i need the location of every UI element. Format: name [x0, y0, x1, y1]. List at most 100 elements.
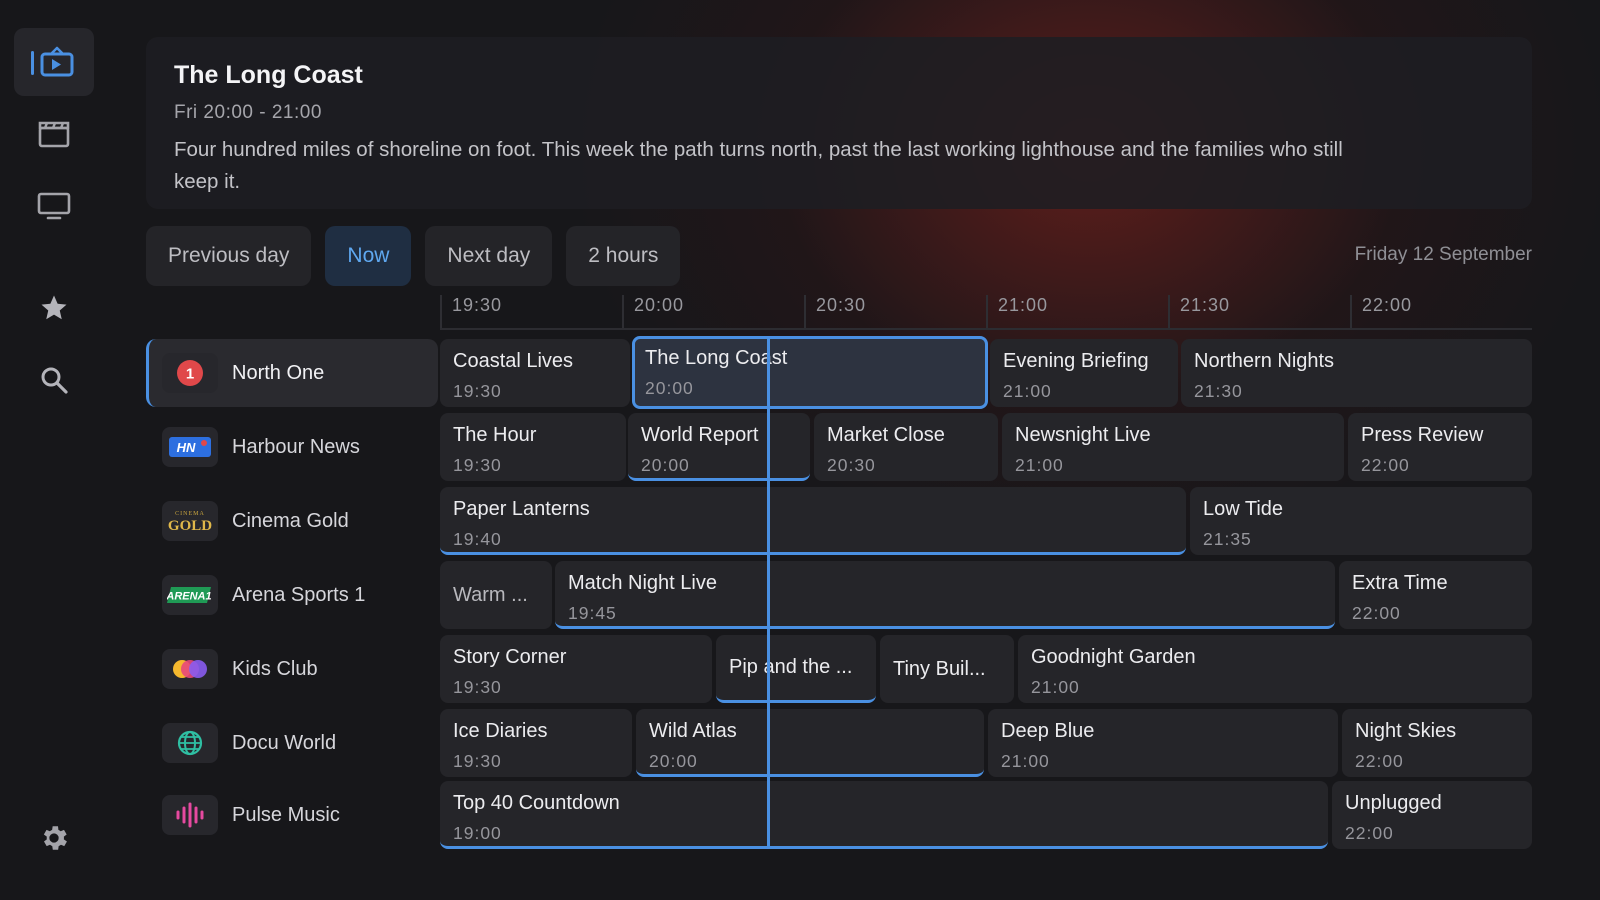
channel-docu-world[interactable]: Docu World	[146, 709, 438, 777]
nav-movies[interactable]	[14, 100, 94, 168]
svg-text:1: 1	[186, 366, 194, 383]
program-tile-title: Press Review	[1361, 424, 1484, 446]
program-tile-time: 20:00	[645, 378, 694, 398]
program-tile-time: 19:00	[453, 823, 502, 843]
program-tile-title: Tiny Buil...	[893, 657, 986, 680]
channel-cinema-gold[interactable]: CINEMA GOLD Cinema Gold	[146, 487, 438, 555]
program-tile-title: Top 40 Countdown	[453, 792, 620, 814]
program-tile-title: Wild Atlas	[649, 720, 737, 742]
channel-north-one[interactable]: 1 North One	[146, 339, 438, 407]
program-tile-title: Extra Time	[1352, 572, 1448, 594]
program-tile-time: 21:00	[1015, 455, 1064, 475]
program-tile-time: 19:30	[453, 455, 502, 475]
program-tile[interactable]: Coastal Lives 19:30	[440, 339, 630, 407]
program-tile[interactable]: Market Close 20:30	[814, 413, 998, 481]
program-tile-time: 19:30	[453, 751, 502, 771]
program-tile[interactable]: Newsnight Live 21:00	[1002, 413, 1344, 481]
channel-harbour-news[interactable]: HN Harbour News	[146, 413, 438, 481]
cinema-gold-logo: CINEMA GOLD	[162, 501, 218, 541]
channel-name: Kids Club	[232, 657, 318, 680]
program-tile[interactable]: The Hour 19:30	[440, 413, 626, 481]
current-time-indicator	[767, 338, 770, 846]
program-tile-time: 19:30	[453, 381, 502, 401]
time-tick: 21:00	[986, 295, 1048, 328]
channel-name: North One	[232, 361, 325, 384]
program-tile-focused[interactable]: The Long Coast 20:00	[632, 336, 988, 409]
favorites-star-icon	[41, 295, 67, 320]
nav-search[interactable]	[14, 346, 94, 414]
program-tile[interactable]: Night Skies 22:00	[1342, 709, 1532, 777]
svg-text:CINEMA: CINEMA	[175, 511, 205, 517]
program-tile-time: 20:00	[641, 455, 690, 475]
program-tile-time: 22:00	[1355, 751, 1404, 771]
search-icon	[41, 367, 68, 394]
program-tile[interactable]: Paper Lanterns 19:40	[440, 487, 1186, 555]
program-tile-time: 22:00	[1345, 823, 1394, 843]
program-tile[interactable]: Ice Diaries 19:30	[440, 709, 632, 777]
program-tile-time: 22:00	[1352, 603, 1401, 623]
nav-tv-shows[interactable]	[14, 172, 94, 240]
program-tile[interactable]: World Report 20:00	[628, 413, 810, 481]
program-tile-time: 22:00	[1361, 455, 1410, 475]
guide-controls: Previous day Now Next day 2 hours	[146, 226, 681, 286]
pulse-music-soundwave-icon	[162, 795, 218, 835]
sidebar	[0, 0, 110, 900]
program-tile-time: 19:40	[453, 529, 502, 549]
time-tick: 20:00	[622, 295, 684, 328]
program-tile-time: 19:45	[568, 603, 617, 623]
program-tile-title: The Long Coast	[645, 347, 788, 369]
program-tile-time: 21:35	[1203, 529, 1252, 549]
svg-text:GOLD: GOLD	[168, 518, 212, 534]
program-tile-title: Market Close	[827, 424, 945, 446]
channel-arena-sports-1[interactable]: ARENA1 Arena Sports 1	[146, 561, 438, 629]
program-description: Four hundred miles of shoreline on foot.…	[174, 138, 1343, 193]
program-tile[interactable]: Evening Briefing 21:00	[990, 339, 1178, 407]
program-tile[interactable]: Deep Blue 21:00	[988, 709, 1338, 777]
channel-name: Arena Sports 1	[232, 583, 366, 606]
program-title: The Long Coast	[174, 61, 363, 89]
program-tile[interactable]: Press Review 22:00	[1348, 413, 1532, 481]
program-tile[interactable]: Story Corner 19:30	[440, 635, 712, 703]
program-tile-title: The Hour	[453, 424, 537, 446]
program-tile-title: Match Night Live	[568, 572, 717, 594]
channel-name: Cinema Gold	[232, 509, 349, 532]
next-day-button[interactable]: Next day	[425, 226, 553, 286]
program-tile-time: 19:30	[453, 677, 502, 697]
live-tv-icon	[31, 46, 74, 77]
program-tile[interactable]: Unplugged 22:00	[1332, 781, 1532, 849]
program-tile[interactable]: Low Tide 21:35	[1190, 487, 1532, 555]
channel-kids-club[interactable]: Kids Club	[146, 635, 438, 703]
program-tile-title: Paper Lanterns	[453, 498, 590, 520]
program-tile[interactable]: Match Night Live 19:45	[555, 561, 1335, 629]
program-tile-title: Coastal Lives	[453, 350, 574, 372]
program-tile[interactable]: Warm ...	[440, 561, 552, 629]
movies-icon	[38, 121, 70, 148]
program-tile-title: Story Corner	[453, 646, 567, 668]
tv-shows-icon	[37, 192, 71, 220]
kids-club-logo	[162, 649, 218, 689]
program-tile-time: 20:00	[649, 751, 698, 771]
arena-sports-logo: ARENA1	[162, 575, 218, 615]
now-button[interactable]: Now	[325, 226, 412, 286]
program-tile-title: Ice Diaries	[453, 720, 548, 742]
previous-day-button[interactable]: Previous day	[146, 226, 312, 286]
svg-text:ARENA1: ARENA1	[167, 591, 212, 603]
program-tile[interactable]: Top 40 Countdown 19:00	[440, 781, 1328, 849]
program-tile[interactable]: Pip and the ...	[716, 635, 876, 703]
program-tile[interactable]: Goodnight Garden 21:00	[1018, 635, 1532, 703]
program-tile[interactable]: Tiny Buil...	[880, 635, 1014, 703]
harbour-news-logo: HN	[162, 427, 218, 467]
program-tile-title: Pip and the ...	[729, 656, 853, 678]
nav-live-tv[interactable]	[14, 28, 94, 96]
nav-settings[interactable]	[14, 804, 94, 872]
time-range-button[interactable]: 2 hours	[566, 226, 681, 286]
program-tile[interactable]: Extra Time 22:00	[1339, 561, 1532, 629]
channel-name: Harbour News	[232, 435, 360, 458]
nav-favorites[interactable]	[14, 274, 94, 342]
channel-pulse-music[interactable]: Pulse Music	[146, 781, 438, 849]
program-time: Fri 20:00 - 21:00	[174, 102, 322, 123]
time-tick: 19:30	[440, 295, 502, 328]
program-tile[interactable]: Wild Atlas 20:00	[636, 709, 984, 777]
program-tile[interactable]: Northern Nights 21:30	[1181, 339, 1532, 407]
north-one-logo: 1	[162, 353, 218, 393]
